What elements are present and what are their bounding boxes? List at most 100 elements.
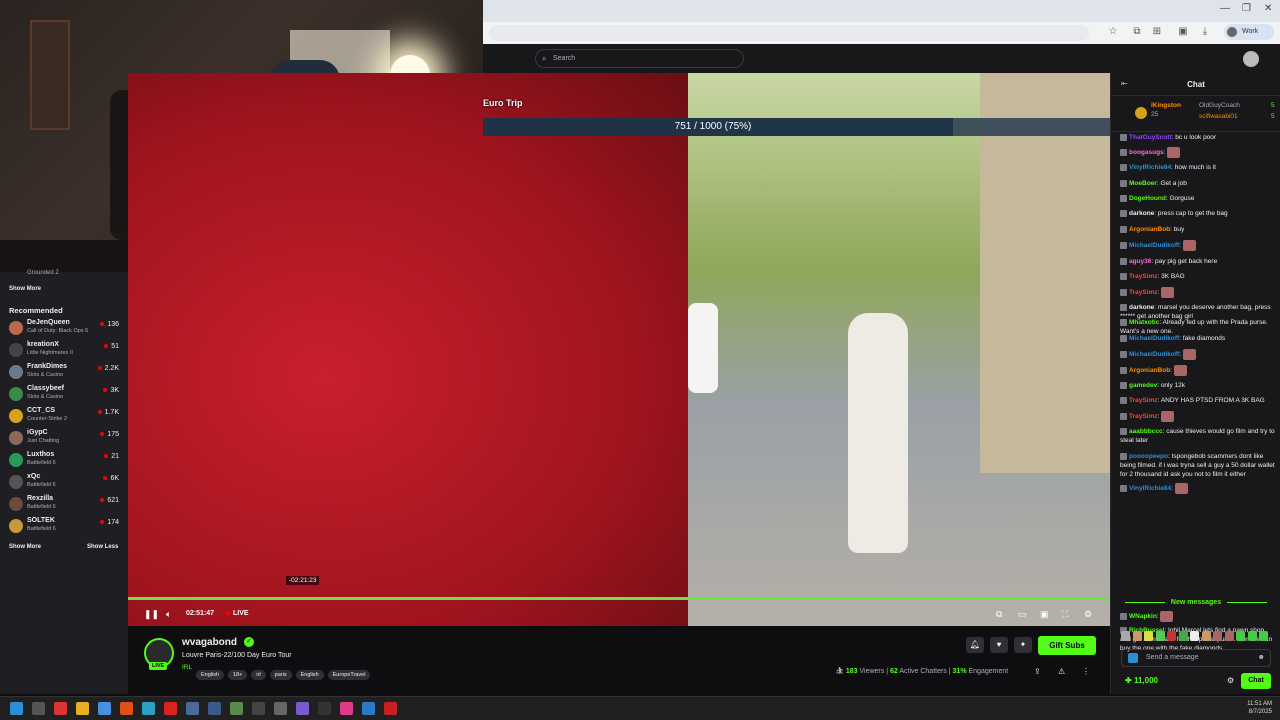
fullscreen-icon[interactable]: ⛶ xyxy=(1062,609,1068,620)
extension-icon[interactable]: ⧉ xyxy=(1131,26,1143,38)
stream-tag[interactable]: EuropeTravel xyxy=(327,670,371,680)
file-explorer-icon[interactable] xyxy=(76,702,89,715)
taskbar-app-icon-8[interactable] xyxy=(318,702,331,715)
taskbar-app-icon-10[interactable] xyxy=(362,702,375,715)
stream-tag[interactable]: irl xyxy=(251,670,266,680)
theatre-icon[interactable]: ▭ xyxy=(1018,609,1027,620)
mini-player-icon[interactable]: ▣ xyxy=(1040,609,1049,620)
search-input[interactable]: ⌕ Search xyxy=(535,49,744,68)
recommended-channel[interactable]: Classybeef Slots & Casino 3K xyxy=(0,383,128,405)
share-icon[interactable]: ⇪ xyxy=(1034,667,1041,676)
recommended-channel[interactable]: kreationX Little Nightmares II 51 xyxy=(0,339,128,361)
volume-icon[interactable]: 🔈︎ xyxy=(166,609,171,620)
chat-username[interactable]: TraySimz xyxy=(1129,273,1158,280)
chat-username[interactable]: MichaelDudikoff xyxy=(1129,242,1179,249)
taskbar-app-icon[interactable] xyxy=(54,702,67,715)
more-options-icon[interactable]: ⋮ xyxy=(1082,667,1090,676)
chat-username[interactable]: TraySimz xyxy=(1129,289,1158,296)
taskbar-app-icon-2[interactable] xyxy=(186,702,199,715)
quick-emote-icon[interactable] xyxy=(1144,631,1153,641)
quick-emote-icon[interactable] xyxy=(1121,631,1130,641)
leader-2-name[interactable]: OldGuyCoach xyxy=(1199,102,1240,109)
chat-username[interactable]: TraySimz xyxy=(1129,397,1158,404)
firefox-icon[interactable] xyxy=(120,702,133,715)
new-messages-divider[interactable]: New messages xyxy=(1111,599,1280,606)
show-more-recommended[interactable]: Show More xyxy=(9,544,41,550)
live-indicator[interactable]: LIVE xyxy=(225,610,249,617)
quick-emote-icon[interactable] xyxy=(1213,631,1222,641)
chat-settings-icon[interactable]: ⚙ xyxy=(1227,676,1234,685)
close-window-icon[interactable]: ✕ xyxy=(1264,3,1272,14)
emoji-icon[interactable]: ☻ xyxy=(1258,650,1265,666)
chat-username[interactable]: WNapkin xyxy=(1129,613,1157,620)
taskbar-app-icon-5[interactable] xyxy=(252,702,265,715)
pause-icon[interactable]: ❚❚ xyxy=(144,609,159,620)
stream-tag[interactable]: 18+ xyxy=(228,670,248,680)
leader-1-name[interactable]: iKingston xyxy=(1151,102,1181,109)
chat-username[interactable]: TraySimz xyxy=(1129,413,1158,420)
gift-subs-button[interactable]: Gift Subs xyxy=(1038,636,1096,655)
chat-username[interactable]: VinylRichie84 xyxy=(1129,164,1171,171)
settings-gear-icon[interactable]: ⚙ xyxy=(1084,609,1092,620)
show-more-followed[interactable]: Show More xyxy=(9,286,41,292)
recommended-channel[interactable]: Luxthos Battlefield 6 21 xyxy=(0,449,128,471)
recommended-channel[interactable]: FrankDimes Slots & Casino 2.2K xyxy=(0,361,128,383)
recommended-channel[interactable]: xQc Battlefield 6 6K xyxy=(0,471,128,493)
taskbar-app-icon-3[interactable] xyxy=(208,702,221,715)
chat-username[interactable]: gamedev xyxy=(1129,382,1157,389)
video-player[interactable]: Euro Trip 751 / 1000 (75%) -02:21:23 ❚❚ … xyxy=(128,73,1110,626)
chat-username[interactable]: boogasugs xyxy=(1129,149,1164,156)
taskbar-app-icon-7[interactable] xyxy=(296,702,309,715)
stream-tag[interactable]: English xyxy=(295,670,324,680)
recommended-channel[interactable]: iGypC Just Chatting 175 xyxy=(0,427,128,449)
edge-icon[interactable] xyxy=(142,702,155,715)
chat-username[interactable]: MoeBoer xyxy=(1129,180,1157,187)
chat-username[interactable]: aaabbbccc xyxy=(1129,428,1163,435)
chat-input[interactable]: Send a message ☻ xyxy=(1121,649,1271,667)
system-clock[interactable]: 11:51 AM 8/7/2025 xyxy=(1247,700,1272,716)
chat-username[interactable]: darkone xyxy=(1129,210,1154,217)
opera-icon[interactable] xyxy=(164,702,177,715)
report-icon[interactable]: ⚠ xyxy=(1058,667,1065,676)
chat-username[interactable]: MichaelDudikoff xyxy=(1129,351,1179,358)
recommended-channel[interactable]: CCT_CS Counter-Strike 2 1.7K xyxy=(0,405,128,427)
chat-emote-picker-icon[interactable] xyxy=(1128,653,1138,663)
leader-3-name[interactable]: scifiwasabi01 xyxy=(1199,113,1238,120)
chat-username[interactable]: VinylRichie84 xyxy=(1129,485,1171,492)
boost-icon[interactable]: ✦ xyxy=(1014,637,1032,653)
sidepanel-icon[interactable]: ▣ xyxy=(1177,26,1189,38)
quick-emote-icon[interactable] xyxy=(1155,631,1165,641)
quick-emote-icon[interactable] xyxy=(1167,631,1176,641)
bookmark-star-icon[interactable]: ☆ xyxy=(1107,26,1119,38)
user-avatar[interactable] xyxy=(1243,51,1259,67)
taskbar-app-icon-6[interactable] xyxy=(274,702,287,715)
profile-chip[interactable]: Work xyxy=(1224,24,1274,40)
chat-username[interactable]: ArgonianBob xyxy=(1129,367,1170,374)
download-icon[interactable]: ⤓ xyxy=(1199,26,1211,38)
quick-emote-icon[interactable] xyxy=(1247,631,1257,641)
channel-name[interactable]: wvagabond xyxy=(182,637,237,648)
stream-tag[interactable]: paris xyxy=(269,670,292,680)
quick-emote-icon[interactable] xyxy=(1224,631,1234,641)
quick-emote-icon[interactable] xyxy=(1236,631,1245,641)
puzzle-icon[interactable]: ⊞ xyxy=(1151,26,1163,38)
stream-tag[interactable]: English xyxy=(196,670,225,680)
show-less-recommended[interactable]: Show Less xyxy=(87,544,118,550)
address-bar[interactable] xyxy=(489,25,1089,41)
recommended-channel[interactable]: SOLTEK Battlefield 6 174 xyxy=(0,515,128,537)
bell-icon[interactable]: 🔔︎ xyxy=(966,637,984,653)
taskbar-app-icon-11[interactable] xyxy=(384,702,397,715)
quick-emote-icon[interactable] xyxy=(1132,631,1142,641)
channel-points[interactable]: ✚ 11,000 xyxy=(1125,676,1158,685)
chrome-icon[interactable] xyxy=(98,702,111,715)
taskbar-app-icon-4[interactable] xyxy=(230,702,243,715)
recommended-channel[interactable]: DeJenQueen Call of Duty: Black Ops 6 136 xyxy=(0,317,128,339)
chat-send-button[interactable]: Chat xyxy=(1241,673,1271,689)
pip-icon[interactable]: ⧉ xyxy=(996,609,1002,620)
seek-bar[interactable] xyxy=(128,597,1110,600)
taskbar-search-icon[interactable] xyxy=(32,702,45,715)
chat-username[interactable]: MichaelDudikoff xyxy=(1129,335,1179,342)
chat-username[interactable]: darkone xyxy=(1129,304,1154,311)
quick-emote-icon[interactable] xyxy=(1190,631,1199,641)
taskbar-app-icon-9[interactable] xyxy=(340,702,353,715)
